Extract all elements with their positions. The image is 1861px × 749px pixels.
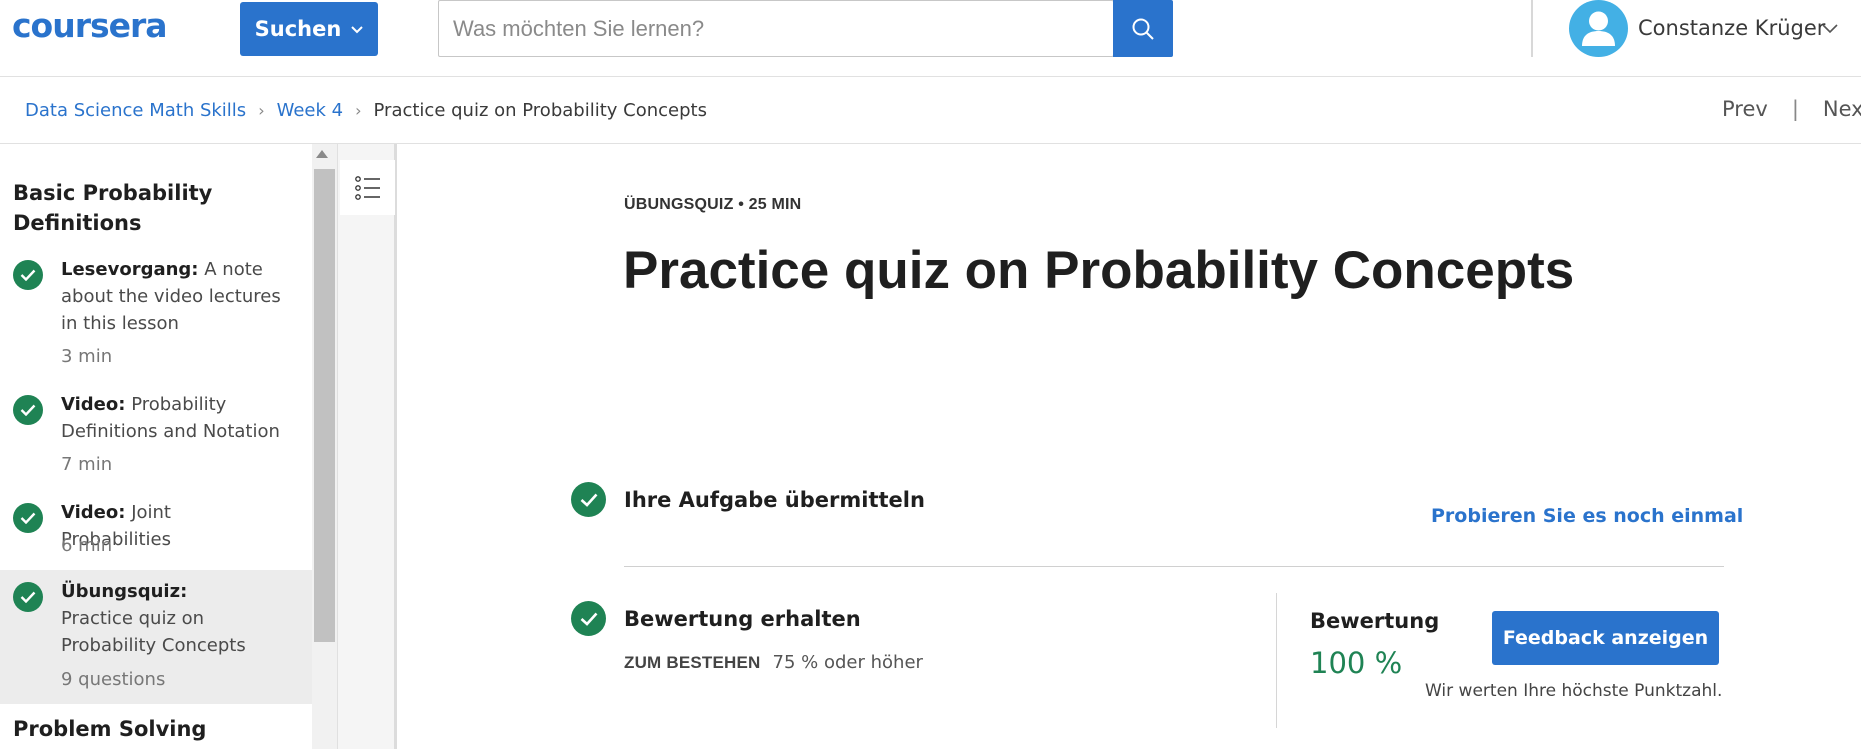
top-header: coursera Suchen Constanze Krüger: [0, 0, 1861, 77]
grade-label: Bewertung: [1310, 609, 1440, 633]
grade-step-title: Bewertung erhalten: [624, 607, 861, 631]
search-input[interactable]: [438, 0, 1114, 57]
sidebar-item-quiz[interactable]: Übungsquiz: Practice quiz on Probability…: [0, 570, 312, 704]
sidebar-item-video[interactable]: Video: Joint Probabilities 6 min: [0, 491, 312, 561]
header-divider: [1531, 0, 1533, 57]
search-button[interactable]: [1113, 0, 1173, 57]
item-type-duration: ÜBUNGSQUIZ • 25 MIN: [624, 196, 802, 213]
explore-button[interactable]: Suchen: [240, 2, 378, 56]
user-name[interactable]: Constanze Krüger: [1638, 16, 1825, 40]
user-icon: [1582, 11, 1615, 46]
passing-requirement: ZUM BESTEHEN 75 % oder höher: [624, 652, 923, 673]
chevron-right-icon: ›: [258, 101, 265, 120]
prev-next-nav: Prev | Next: [1722, 97, 1861, 121]
check-icon: [571, 601, 606, 636]
sidebar-item-label: Video: Probability Definitions and Notat…: [61, 394, 280, 442]
search-icon: [1132, 18, 1154, 40]
breadcrumb-bar: Data Science Math Skills › Week 4 › Prac…: [0, 78, 1861, 144]
chevron-down-icon: [351, 26, 364, 34]
chevron-right-icon: ›: [355, 101, 362, 120]
grade-divider: [1276, 593, 1277, 728]
scroll-up-arrow-icon[interactable]: [316, 150, 328, 158]
prev-link[interactable]: Prev: [1722, 97, 1768, 121]
sidebar-item-reading[interactable]: Lesevorgang: A note about the video lect…: [0, 248, 312, 367]
nav-separator: |: [1791, 97, 1799, 121]
explore-button-label: Suchen: [254, 17, 342, 41]
grade-value: 100 %: [1310, 646, 1403, 680]
divider: [624, 566, 1724, 567]
grade-note: Wir werten Ihre höchste Punktzahl.: [1425, 681, 1723, 701]
check-icon: [13, 395, 43, 425]
submit-step-title: Ihre Aufgabe übermitteln: [624, 488, 925, 512]
breadcrumb-current: Practice quiz on Probability Concepts: [373, 100, 707, 121]
retry-link[interactable]: Probieren Sie es noch einmal: [1431, 505, 1743, 527]
sidebar-item-duration: 9 questions: [61, 669, 166, 690]
scrollbar-thumb[interactable]: [314, 169, 335, 642]
breadcrumb-course-link[interactable]: Data Science Math Skills: [25, 100, 246, 121]
chevron-down-icon[interactable]: [1822, 24, 1838, 34]
check-icon: [13, 260, 43, 290]
sidebar-item-duration: 7 min: [61, 454, 113, 475]
sidebar-item-label: Lesevorgang: A note about the video lect…: [61, 259, 281, 334]
pass-value: 75 % oder höher: [772, 652, 923, 673]
sidebar-item-video[interactable]: Video: Probability Definitions and Notat…: [0, 383, 312, 477]
check-icon: [571, 482, 606, 517]
coursera-logo[interactable]: coursera: [12, 6, 168, 45]
sidebar-rail: [337, 144, 397, 749]
next-link[interactable]: Next: [1823, 97, 1861, 121]
breadcrumb: Data Science Math Skills › Week 4 › Prac…: [25, 100, 707, 121]
pass-label: ZUM BESTEHEN: [624, 653, 761, 672]
sidebar-section-title: Problem Solving: [13, 717, 207, 741]
list-icon: [354, 175, 380, 200]
breadcrumb-week-link[interactable]: Week 4: [277, 100, 344, 121]
check-icon: [13, 503, 43, 533]
avatar[interactable]: [1569, 0, 1628, 57]
toggle-outline-button[interactable]: [340, 160, 395, 215]
page-title: Practice quiz on Probability Concepts: [623, 241, 1575, 300]
sidebar-item-duration: 3 min: [61, 346, 113, 367]
sidebar-item-label: Übungsquiz: Practice quiz on Probability…: [61, 581, 246, 656]
view-feedback-button[interactable]: Feedback anzeigen: [1492, 611, 1719, 665]
check-icon: [13, 582, 43, 612]
sidebar-section-title: Basic Probability Definitions: [13, 181, 213, 235]
sidebar-item-duration: 6 min: [61, 535, 113, 556]
course-sidebar: Basic Probability Definitions Lesevorgan…: [0, 144, 312, 749]
